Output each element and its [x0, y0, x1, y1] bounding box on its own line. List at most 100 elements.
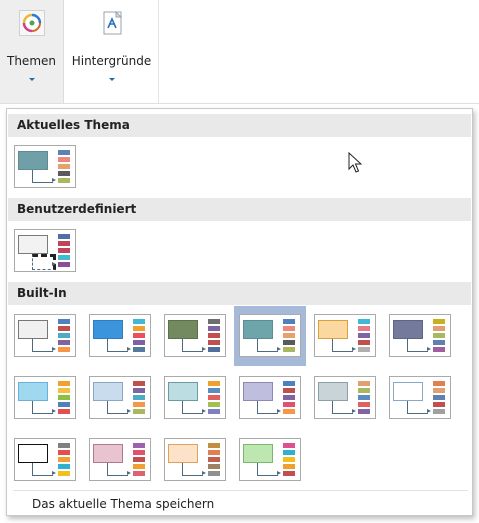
themes-button[interactable]: Themen	[0, 0, 64, 103]
builtin-theme-thumbnail[interactable]	[89, 376, 151, 419]
custom-theme-thumbnail[interactable]	[14, 229, 76, 272]
current-theme-thumbnail[interactable]	[14, 145, 76, 188]
palette-icon	[18, 10, 45, 36]
color-swatch	[58, 443, 70, 448]
color-swatch	[133, 326, 145, 331]
color-swatch	[283, 340, 295, 345]
color-swatch	[208, 457, 220, 462]
save-current-theme-button[interactable]: Das aktuelle Thema speichern	[32, 497, 214, 511]
themes-label: Themen	[7, 54, 56, 68]
color-swatch	[58, 381, 70, 386]
connector-preview	[182, 463, 203, 476]
section-header-custom: Benutzerdefiniert	[8, 198, 471, 221]
backgrounds-button[interactable]: Hintergründe	[65, 0, 159, 103]
builtin-theme-thumbnail[interactable]	[14, 438, 76, 481]
theme-shape-preview	[18, 235, 48, 254]
theme-shape-preview	[393, 382, 423, 401]
color-swatch	[358, 402, 370, 407]
color-swatch	[208, 443, 220, 448]
color-swatch	[358, 395, 370, 400]
color-swatch	[58, 464, 70, 469]
color-swatch	[433, 319, 445, 324]
color-swatch	[283, 333, 295, 338]
builtin-theme-thumbnail[interactable]	[314, 314, 376, 357]
theme-shape-preview	[93, 320, 123, 339]
color-swatch	[208, 464, 220, 469]
builtin-theme-thumbnail[interactable]	[14, 376, 76, 419]
color-swatch	[58, 241, 70, 246]
color-swatch	[133, 319, 145, 324]
color-swatch	[208, 450, 220, 455]
theme-shape-preview	[243, 444, 273, 463]
color-swatch	[58, 164, 70, 169]
color-swatch	[58, 262, 70, 267]
builtin-theme-thumbnail[interactable]	[314, 376, 376, 419]
color-swatch	[58, 450, 70, 455]
theme-shape-preview	[243, 382, 273, 401]
color-swatch	[133, 457, 145, 462]
color-swatch	[283, 457, 295, 462]
connector-preview	[182, 339, 203, 352]
builtin-theme-thumbnail[interactable]	[239, 438, 301, 481]
color-swatch	[433, 388, 445, 393]
color-swatch	[358, 326, 370, 331]
arrow-head-icon	[127, 347, 131, 351]
color-swatch	[358, 340, 370, 345]
color-swatch	[133, 450, 145, 455]
connector-preview	[257, 339, 278, 352]
connector-preview	[407, 401, 428, 414]
color-swatch	[208, 388, 220, 393]
color-swatch	[283, 443, 295, 448]
color-swatch	[133, 464, 145, 469]
arrow-head-icon	[127, 471, 131, 475]
color-swatch	[283, 319, 295, 324]
connector-preview	[32, 401, 53, 414]
arrow-head-icon	[427, 347, 431, 351]
theme-shape-preview	[18, 320, 48, 339]
color-swatch	[58, 326, 70, 331]
color-swatch	[283, 347, 295, 352]
color-swatch	[133, 347, 145, 352]
builtin-theme-thumbnail[interactable]	[239, 314, 301, 357]
color-swatch	[208, 347, 220, 352]
color-swatch	[358, 409, 370, 414]
backgrounds-label: Hintergründe	[71, 54, 152, 68]
arrow-head-icon	[427, 409, 431, 413]
arrow-head-icon	[127, 409, 131, 413]
color-swatch	[58, 340, 70, 345]
color-swatch	[133, 340, 145, 345]
theme-shape-preview	[318, 320, 348, 339]
color-swatch	[58, 319, 70, 324]
color-swatch	[58, 402, 70, 407]
builtin-theme-thumbnail[interactable]	[389, 376, 451, 419]
builtin-theme-thumbnail[interactable]	[164, 438, 226, 481]
color-swatch	[133, 402, 145, 407]
theme-shape-preview	[18, 151, 48, 170]
builtin-theme-thumbnail[interactable]	[164, 376, 226, 419]
builtin-theme-thumbnail[interactable]	[89, 314, 151, 357]
builtin-theme-thumbnail[interactable]	[164, 314, 226, 357]
builtin-theme-thumbnail[interactable]	[89, 438, 151, 481]
chevron-down-icon	[28, 78, 35, 81]
color-swatch	[133, 409, 145, 414]
builtin-theme-thumbnail[interactable]	[389, 314, 451, 357]
color-swatch	[208, 409, 220, 414]
connector-preview	[182, 401, 203, 414]
color-swatch	[58, 347, 70, 352]
color-swatch	[58, 157, 70, 162]
color-swatch	[133, 388, 145, 393]
arrow-head-icon	[352, 347, 356, 351]
color-swatch	[433, 340, 445, 345]
theme-shape-preview	[168, 444, 198, 463]
connector-preview	[257, 401, 278, 414]
color-swatch	[433, 402, 445, 407]
builtin-theme-thumbnail[interactable]	[239, 376, 301, 419]
color-swatch	[208, 340, 220, 345]
color-swatch	[58, 471, 70, 476]
color-swatch	[133, 381, 145, 386]
arrow-head-icon	[52, 471, 56, 475]
theme-shape-preview	[318, 382, 348, 401]
builtin-theme-thumbnail[interactable]	[14, 314, 76, 357]
section-header-current-theme: Aktuelles Thema	[8, 114, 471, 137]
connector-preview	[107, 401, 128, 414]
